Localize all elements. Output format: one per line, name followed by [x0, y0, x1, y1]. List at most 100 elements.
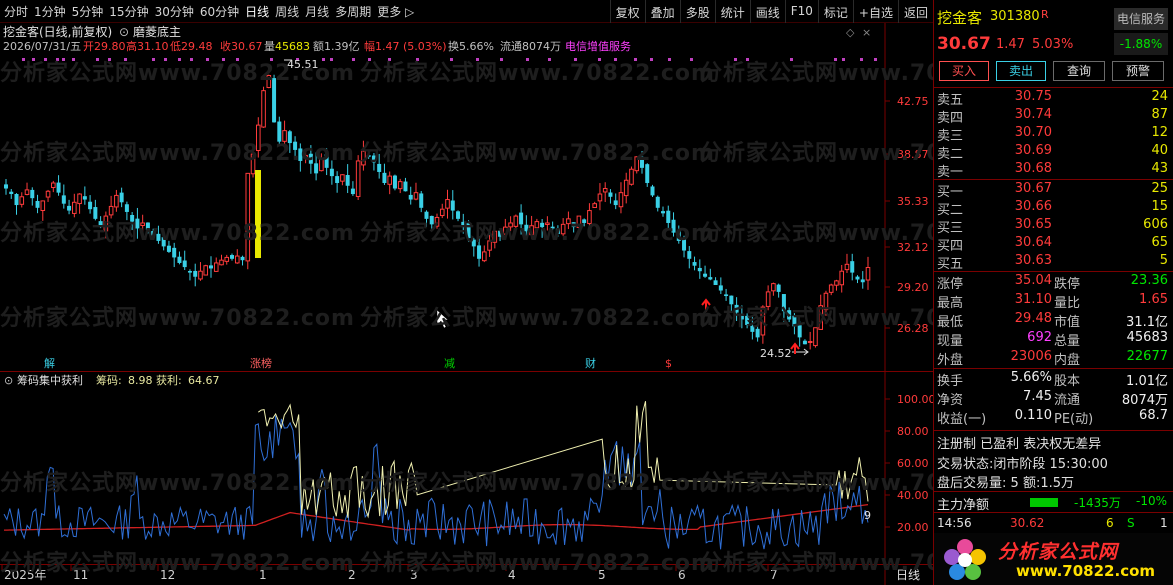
sector-badge[interactable]: 电信服务	[1114, 8, 1168, 30]
candle-body	[839, 270, 845, 286]
tab-30min[interactable]: 30分钟	[155, 3, 200, 20]
tab-5min[interactable]: 5分钟	[72, 3, 110, 20]
ask-price[interactable]: 30.70	[994, 125, 1052, 140]
event-jie[interactable]: 解	[44, 356, 55, 370]
candle-body	[56, 182, 61, 193]
tab-15min[interactable]: 15分钟	[109, 3, 154, 20]
candle-body	[461, 221, 466, 228]
sub-indicator-toggle-icon[interactable]: ⊙	[4, 374, 13, 387]
stat-row: 最低 29.48 市值 31.1亿	[934, 311, 1173, 330]
bid-price[interactable]: 30.67	[994, 181, 1052, 196]
fundamental-label: 流通	[1054, 393, 1081, 408]
ask-row: 卖二 30.69 40	[934, 143, 1173, 162]
candle-body	[623, 179, 629, 197]
candle-body	[540, 222, 545, 228]
candle-body	[303, 154, 308, 159]
query-button[interactable]: 查询	[1053, 61, 1105, 81]
mark-button[interactable]: 标记	[817, 0, 853, 23]
bid-row: 买四 30.64 65	[934, 235, 1173, 254]
tab-multi-period[interactable]: 多周期	[335, 3, 377, 20]
tick-time: 14:56	[937, 516, 972, 530]
stat-row: 涨停 35.04 跌停 23.36	[934, 273, 1173, 292]
tab-60min[interactable]: 60分钟	[200, 3, 245, 20]
date-tick-label: 11	[73, 568, 88, 582]
bid-label: 买一	[937, 185, 964, 200]
bid-price[interactable]: 30.64	[994, 235, 1052, 250]
candle-body	[108, 205, 114, 216]
signal-dot	[548, 58, 551, 61]
chip-indicator-panel[interactable]: ⊙ 筹码集中获利 筹码: 8.98 获利: 64.67 100.00 80.00 60.…	[0, 371, 936, 565]
stat-label: 总量	[1054, 334, 1081, 349]
tab-weekly[interactable]: 周线	[275, 3, 305, 20]
ask-price[interactable]: 30.75	[994, 89, 1052, 104]
candle-body	[755, 328, 760, 338]
candle-body	[776, 284, 781, 292]
stats-button[interactable]: 统计	[714, 0, 750, 23]
candle-body	[550, 226, 555, 229]
stat-label: 市值	[1054, 315, 1081, 330]
ask-volume: 43	[1151, 161, 1168, 176]
candle-body	[293, 141, 298, 150]
fundamental-row: 净资 7.45 流通 8074万	[934, 389, 1173, 408]
tab-more[interactable]: 更多 ▷	[377, 3, 420, 20]
event-jian[interactable]: 减	[444, 357, 455, 370]
ask-price[interactable]: 30.74	[994, 107, 1052, 122]
sell-button[interactable]: 卖出	[996, 61, 1046, 81]
fuquan-button[interactable]: 复权	[609, 0, 645, 23]
buy-button[interactable]: 买入	[939, 61, 989, 81]
indicator-toggle-icon[interactable]: ⊙	[119, 25, 129, 39]
bid-price[interactable]: 30.65	[994, 217, 1052, 232]
add-watchlist-button[interactable]: +自选	[852, 0, 898, 23]
bid-price[interactable]: 30.66	[994, 199, 1052, 214]
diamond-icon[interactable]: ◇	[846, 26, 855, 39]
main-flow-pct: -10%	[1136, 494, 1168, 508]
candle-body	[818, 305, 823, 330]
event-zhangbang[interactable]: 涨榜	[250, 356, 272, 370]
tab-fenshi[interactable]: 分时	[4, 3, 34, 20]
candle-body	[98, 221, 103, 228]
back-button[interactable]: 返回	[897, 0, 933, 23]
kline-chart-svg[interactable]: 挖金客(日线,前复权) ⊙ 磨菱底主 ◇ × 2026/07/31/五 开29.…	[0, 23, 933, 371]
candle-body	[82, 196, 87, 200]
tab-monthly[interactable]: 月线	[305, 3, 335, 20]
bid-price[interactable]: 30.63	[994, 253, 1052, 268]
stock-flag: R	[1041, 8, 1049, 21]
candle-body	[198, 270, 203, 280]
kline-chart-panel[interactable]: 挖金客(日线,前复权) ⊙ 磨菱底主 ◇ × 2026/07/31/五 开29.…	[0, 23, 933, 371]
period-label[interactable]: 日线	[896, 568, 920, 582]
candle-body	[513, 215, 519, 227]
event-cai[interactable]: 财	[585, 356, 596, 370]
indicator-tick-label: 20.00	[897, 521, 929, 534]
alert-button[interactable]: 预警	[1112, 61, 1164, 81]
candle-body	[19, 196, 25, 205]
candle-body	[324, 154, 329, 168]
ask-price[interactable]: 30.69	[994, 143, 1052, 158]
f10-button[interactable]: F10	[784, 0, 818, 23]
tab-1min[interactable]: 1分钟	[34, 3, 72, 20]
ask-label: 卖一	[937, 165, 964, 180]
candle-body	[124, 204, 129, 212]
multi-stock-button[interactable]: 多股	[679, 0, 715, 23]
candle-body	[255, 124, 261, 152]
bid-row: 买五 30.63 5	[934, 253, 1173, 272]
candle-body	[130, 214, 135, 222]
candle-body	[634, 156, 640, 172]
stat-value: 29.48	[1014, 311, 1052, 326]
event-dollar[interactable]: $	[665, 357, 672, 370]
tab-daily[interactable]: 日线	[245, 3, 275, 20]
candle-body	[466, 223, 471, 239]
stat-row: 现量 692 总量 45683	[934, 330, 1173, 349]
signal-dot	[164, 58, 167, 61]
chip-indicator-svg[interactable]: ⊙ 筹码集中获利 筹码: 8.98 获利: 64.67 100.00 80.00 60.…	[0, 372, 936, 565]
candle-body	[771, 283, 776, 292]
draw-line-button[interactable]: 画线	[749, 0, 785, 23]
stat-value: 23.36	[1130, 273, 1168, 288]
candle-body	[145, 222, 150, 230]
sector-change: -1.88%	[1114, 33, 1168, 55]
close-icon[interactable]: ×	[862, 26, 871, 39]
overlay-button[interactable]: 叠加	[644, 0, 680, 23]
candle-body	[834, 280, 839, 286]
candle-body	[193, 270, 198, 277]
ask-price[interactable]: 30.68	[994, 161, 1052, 176]
signal-dot	[190, 58, 193, 61]
